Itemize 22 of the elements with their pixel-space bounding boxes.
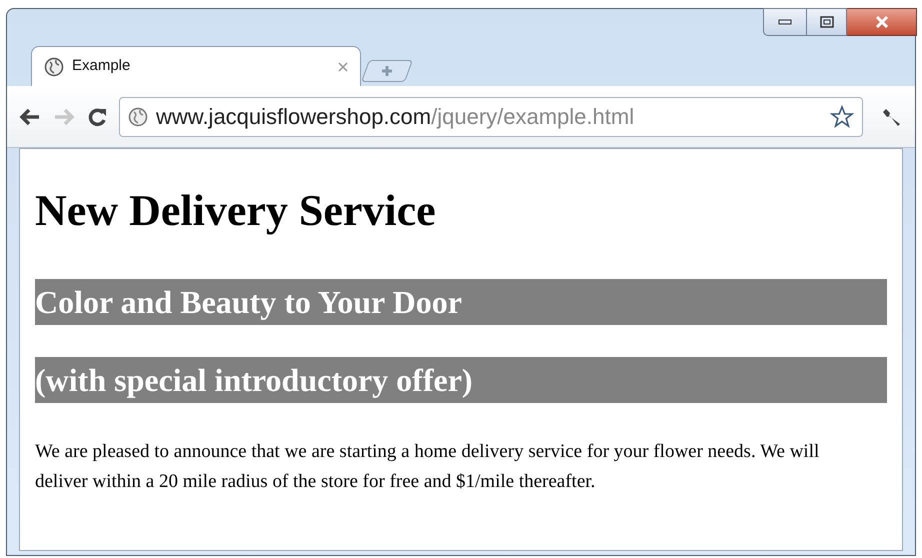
close-button[interactable]	[847, 8, 917, 36]
tab-title: Example	[72, 56, 132, 76]
back-arrow-icon[interactable]	[19, 108, 41, 126]
browser-tab[interactable]: Example	[31, 46, 361, 86]
plus-icon	[380, 64, 394, 78]
reload-icon[interactable]	[87, 106, 107, 126]
minimize-button[interactable]	[763, 8, 807, 36]
banner-heading: Color and Beauty to Your Door	[35, 279, 887, 325]
close-tab-icon[interactable]	[338, 62, 348, 72]
close-icon	[874, 16, 888, 28]
paragraph: We are pleased to announce that we are starting a home delivery service for your flower needs. We will deliver within a 20 mile radius of the store for free and $1/mile thereafter.	[35, 440, 820, 494]
address-bar[interactable]: www.jacquisflowershop.com/jquery/example.html	[119, 96, 863, 136]
star-icon[interactable]	[830, 104, 854, 128]
minimize-icon	[778, 19, 792, 25]
page-heading: New Delivery Service	[35, 185, 437, 237]
url-host: www.jacquisflowershop.com	[156, 104, 432, 129]
maximize-button[interactable]	[807, 8, 847, 36]
maximize-icon	[820, 16, 834, 28]
url-path: /jquery/example.html	[431, 104, 634, 129]
globe-icon	[128, 106, 148, 126]
banner-heading: (with special introductory offer)	[35, 357, 887, 403]
globe-icon	[44, 56, 64, 76]
